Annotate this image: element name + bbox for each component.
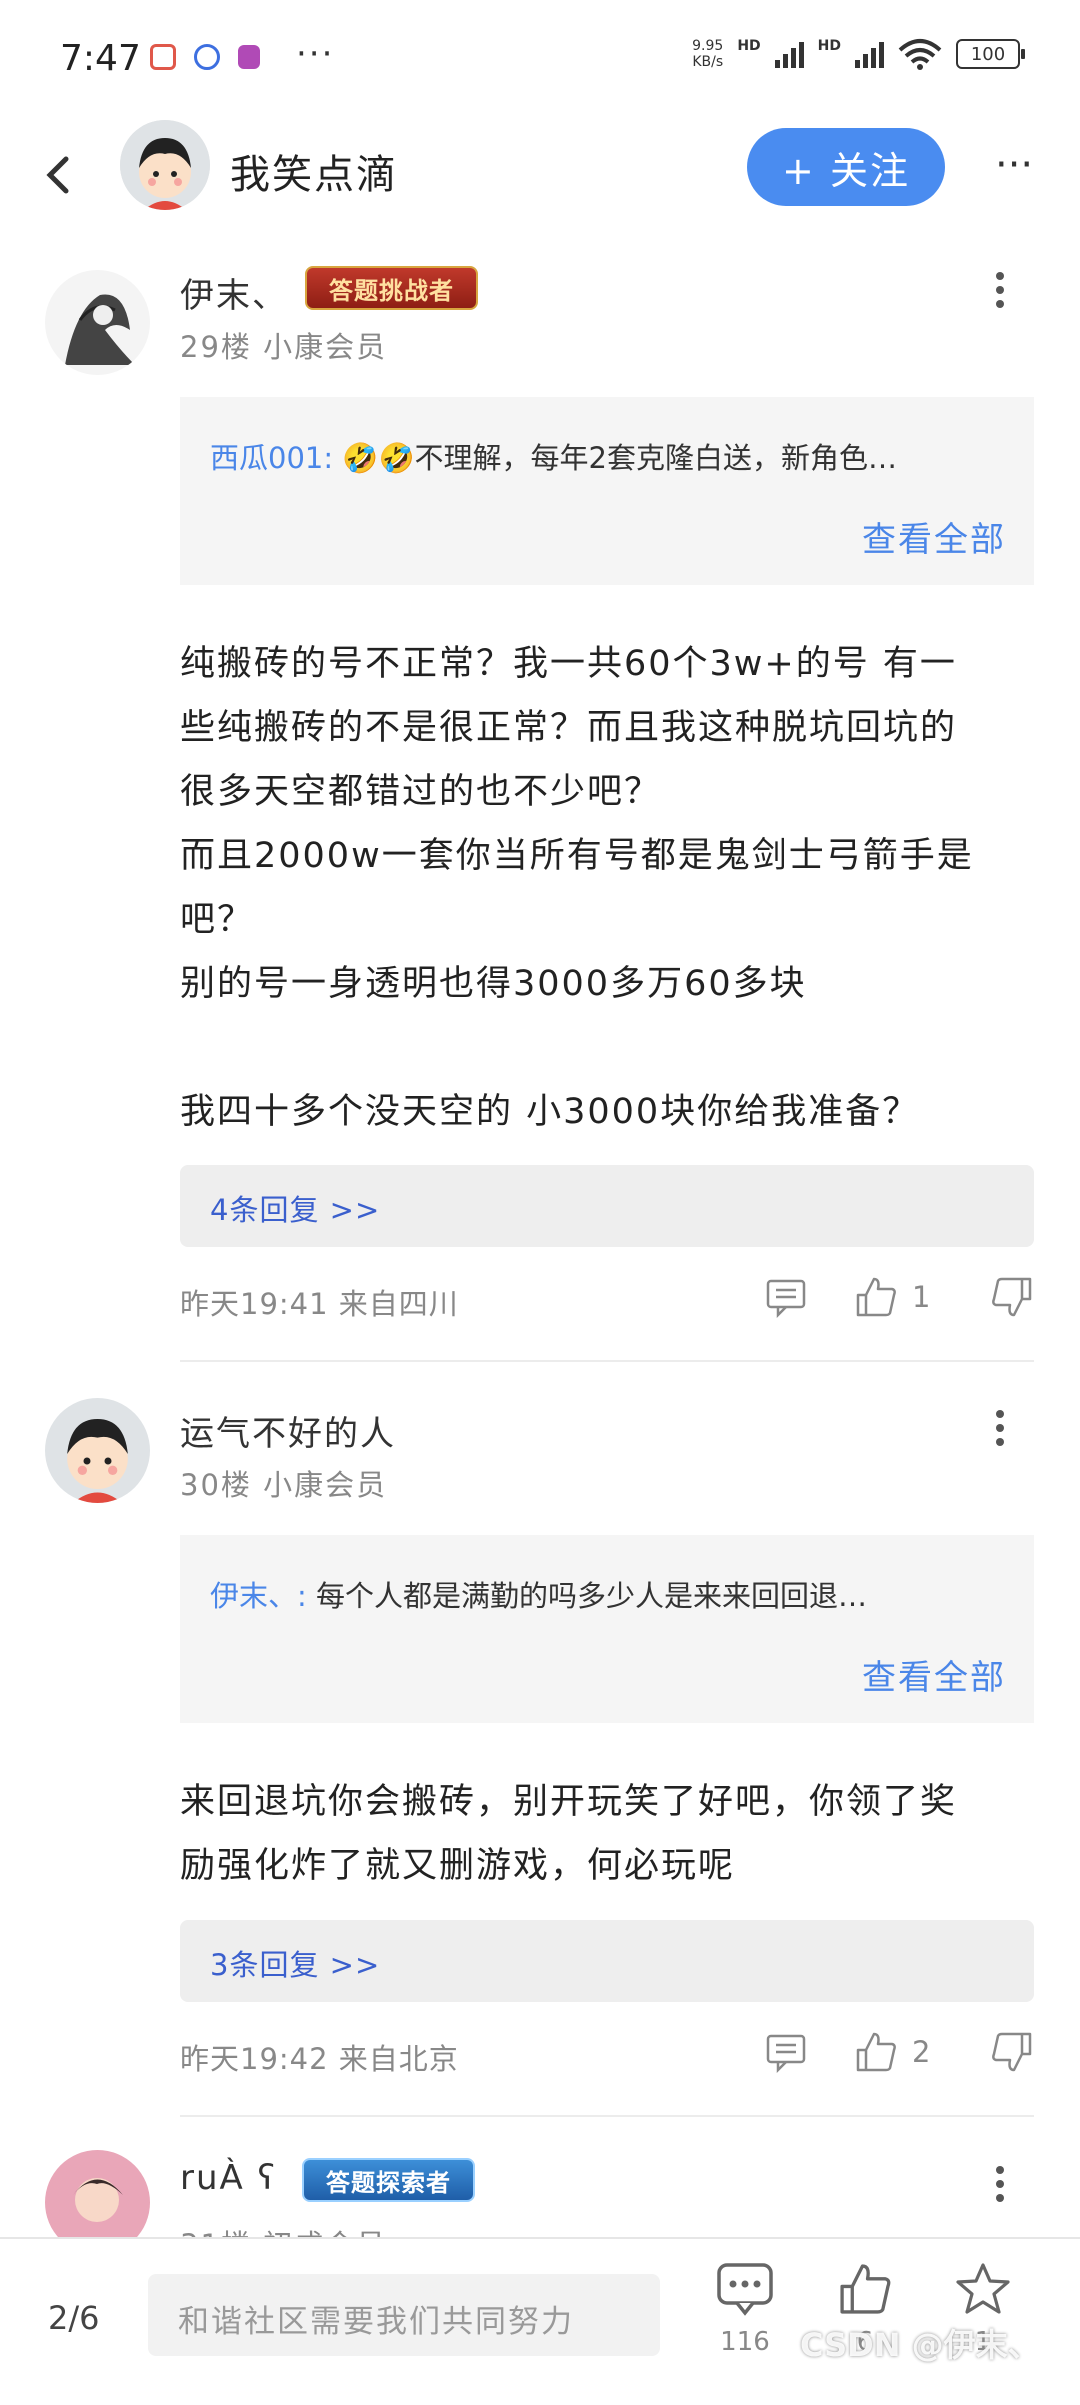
- net-speed: 9.95 KB/s: [692, 38, 724, 70]
- post-footer: 昨天19:41 来自四川 1: [180, 1275, 1034, 1325]
- page-indicator[interactable]: 2/6: [48, 2299, 100, 2337]
- author-avatar[interactable]: [120, 120, 210, 210]
- wifi-icon: [898, 39, 942, 70]
- view-all-link[interactable]: 查看全部: [862, 512, 1006, 561]
- ink-art-avatar-icon: [45, 270, 150, 375]
- floor-meta: 30楼 小康会员: [180, 1468, 388, 1502]
- status-more-dots: ···: [296, 34, 335, 74]
- comment-bubble-icon: [717, 2263, 773, 2316]
- achievement-badge: 答题挑战者: [305, 266, 478, 310]
- comments-button[interactable]: 116: [700, 2261, 790, 2357]
- author-name[interactable]: 运气不好的人: [180, 1406, 396, 1455]
- calendar-notify-icon: [150, 44, 176, 70]
- comment-icon[interactable]: [764, 1275, 808, 1319]
- view-all-link[interactable]: 查看全部: [862, 1650, 1006, 1699]
- replies-button[interactable]: 3条回复 >>: [180, 1920, 1034, 2002]
- like-count: 1: [912, 1280, 931, 1314]
- top-nav: 我笑点滴 + 关注 ···: [0, 120, 1080, 230]
- post-body: 来回退坑你会搬砖，别开玩笑了好吧，你领了奖 励强化炸了就又删游戏，何必玩呢: [180, 1782, 958, 1886]
- quote-username[interactable]: 西瓜001:: [210, 441, 333, 475]
- replies-button[interactable]: 4条回复 >>: [180, 1165, 1034, 1247]
- post-more-icon[interactable]: [985, 1406, 1015, 1456]
- cartoon-avatar-icon: [120, 120, 210, 210]
- avatar[interactable]: [45, 1398, 150, 1503]
- post-timestamp: 昨天19:42 来自北京: [180, 2042, 459, 2076]
- post-more-icon[interactable]: [985, 2162, 1015, 2212]
- comment-icon[interactable]: [764, 2030, 808, 2074]
- signal-icon: [774, 40, 804, 68]
- avatar[interactable]: [45, 270, 150, 375]
- comment-input-placeholder: 和谐社区需要我们共同努力: [178, 2304, 574, 2340]
- replies-link[interactable]: 3条回复 >>: [210, 1942, 380, 1984]
- thumbs-down-icon[interactable]: [990, 1275, 1034, 1319]
- post-more-icon[interactable]: [985, 268, 1015, 318]
- back-arrow-icon[interactable]: [30, 145, 90, 205]
- floor-meta: 29楼 小康会员: [180, 330, 388, 364]
- thumbs-up-icon: [840, 2264, 891, 2314]
- like-count: 2: [912, 2035, 931, 2069]
- more-options-icon[interactable]: ···: [995, 145, 1055, 185]
- signal-icon-2: [855, 40, 884, 68]
- divider: [180, 1360, 1034, 1362]
- follow-button[interactable]: + 关注: [747, 128, 945, 206]
- post-timestamp: 昨天19:41 来自四川: [180, 1287, 459, 1321]
- replies-link[interactable]: 4条回复 >>: [210, 1187, 380, 1229]
- quoted-comment[interactable]: 西瓜001: 🤣🤣不理解，每年2套克隆白送，新角色… 查看全部: [180, 397, 1034, 585]
- achievement-badge: 答题探索者: [302, 2158, 475, 2202]
- star-icon: [956, 2263, 1010, 2314]
- cartoon-avatar-icon: [45, 1398, 150, 1503]
- quote-text: 每个人都是满勤的吗多少人是来来回回退…: [306, 1579, 868, 1613]
- quote-text: 🤣🤣不理解，每年2套克隆白送，新角色…: [333, 441, 898, 475]
- post-body: 纯搬砖的号不正常？我一共60个3w+的号 有一 些纯搬砖的不是很正常？而且我这种…: [180, 644, 974, 1132]
- quote-username[interactable]: 伊末、:: [210, 1579, 307, 1613]
- thumbs-up-icon[interactable]: [854, 1275, 898, 1319]
- page-title: 我笑点滴: [230, 152, 398, 198]
- quoted-comment[interactable]: 伊末、: 每个人都是满勤的吗多少人是来来回回退… 查看全部: [180, 1535, 1034, 1723]
- status-bar: 7:47 ··· 9.95 KB/s HD HD 100: [0, 0, 1080, 120]
- app-notify-icon: [238, 45, 260, 69]
- browser-notify-icon: [194, 44, 220, 70]
- watermark: CSDN @伊末、: [800, 2326, 1040, 2364]
- status-time: 7:47: [60, 38, 141, 79]
- author-name[interactable]: 伊末、: [180, 268, 288, 317]
- divider: [180, 2115, 1034, 2117]
- thumbs-down-icon[interactable]: [990, 2030, 1034, 2074]
- author-name[interactable]: ruÀ ʕ: [180, 2158, 277, 2198]
- battery-icon: 100: [956, 39, 1025, 69]
- thumbs-up-icon[interactable]: [854, 2030, 898, 2074]
- comment-input[interactable]: 和谐社区需要我们共同努力: [148, 2274, 660, 2356]
- post-footer: 昨天19:42 来自北京 2: [180, 2030, 1034, 2080]
- comment-count: 116: [720, 2327, 770, 2357]
